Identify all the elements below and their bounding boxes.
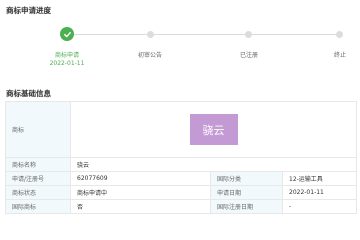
step-2-dot [147, 31, 154, 38]
trademark-info-table: 商标 骁云 商标名称 骁云 申请/注册号 62077609 国际分类 12-运输… [5, 101, 357, 214]
reg-no-value: 62077609 [70, 171, 211, 186]
table-row: 国际商标 否 国际注册日期 - [5, 199, 357, 214]
class-value: 12-运输工具 [282, 171, 357, 186]
status-value: 商标申请中 [70, 185, 211, 200]
step-1-date: 2022-01-11 [49, 60, 85, 67]
trademark-logo: 骁云 [189, 114, 238, 145]
apply-date-value: 2022-01-11 [282, 185, 357, 200]
name-label: 商标名称 [5, 157, 71, 172]
info-section-title: 商标基础信息 [6, 89, 51, 98]
status-label: 商标状态 [5, 185, 71, 200]
table-row: 商标名称 骁云 [5, 157, 357, 172]
step-3-dot [245, 31, 252, 38]
reg-no-label: 申请/注册号 [5, 171, 71, 186]
logo-label: 商标 [5, 101, 71, 158]
intl-label: 国际商标 [5, 199, 71, 214]
apply-date-label: 申请日期 [210, 185, 283, 200]
table-row: 商标状态 商标申请中 申请日期 2022-01-11 [5, 185, 357, 200]
name-value: 骁云 [70, 157, 357, 172]
class-label: 国际分类 [210, 171, 283, 186]
step-2-label: 初审公告 [137, 52, 162, 59]
step-3-label: 已注册 [239, 52, 258, 59]
intl-date-label: 国际注册日期 [210, 199, 283, 214]
table-row: 申请/注册号 62077609 国际分类 12-运输工具 [5, 171, 357, 186]
table-row: 商标 骁云 [5, 101, 357, 158]
intl-value: 否 [70, 199, 211, 214]
intl-date-value: - [282, 199, 357, 214]
step-1-complete-marker [60, 27, 74, 41]
progress-section-title: 商标申请进度 [6, 6, 51, 15]
logo-cell: 骁云 [70, 101, 357, 158]
progress-track [67, 34, 340, 35]
check-icon [63, 31, 71, 37]
step-4-dot [336, 31, 343, 38]
step-4-label: 终止 [333, 52, 346, 59]
step-1-label: 商标申请 [54, 52, 79, 59]
